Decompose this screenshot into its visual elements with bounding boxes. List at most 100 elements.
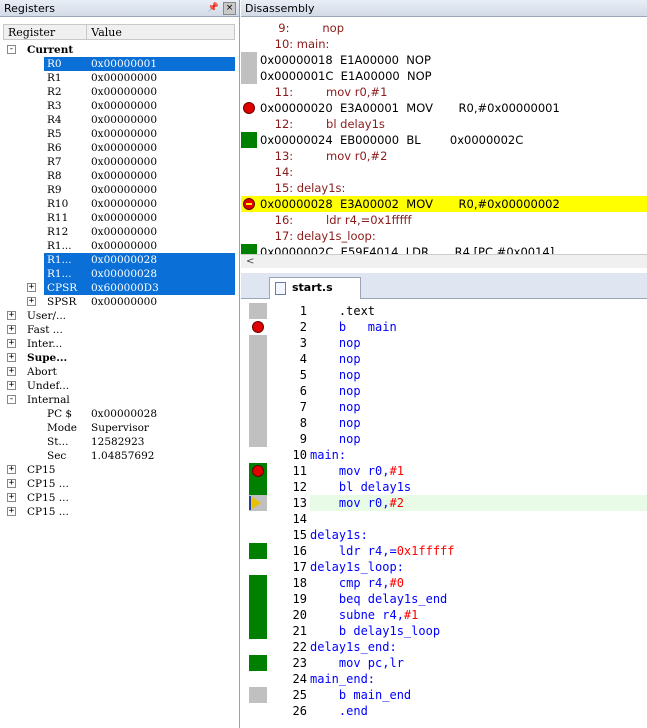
expand-icon[interactable]: + — [7, 353, 16, 362]
register-row[interactable]: PC $ 0x00000028 — [3, 407, 235, 421]
source-line[interactable]: 15 delay1s: — [241, 527, 647, 543]
disassembly-line[interactable]: 10: main: — [241, 36, 647, 52]
source-line[interactable]: 4 nop — [241, 351, 647, 367]
source-line[interactable]: 18 cmp r4,#0 — [241, 575, 647, 591]
register-row[interactable]: R0 0x00000001 — [3, 57, 235, 71]
expand-icon[interactable]: + — [7, 493, 16, 502]
disassembly-line[interactable]: 13: mov r0,#2 — [241, 148, 647, 164]
collapse-icon[interactable]: - — [7, 395, 16, 404]
register-row[interactable]: - Internal — [3, 393, 235, 407]
source-line[interactable]: 26 .end — [241, 703, 647, 719]
source-line[interactable]: 7 nop — [241, 399, 647, 415]
expand-icon[interactable]: + — [7, 381, 16, 390]
scroll-left-icon[interactable]: < — [246, 256, 254, 267]
source-line[interactable]: 25 b main_end — [241, 687, 647, 703]
source-line[interactable]: 19 beq delay1s_end — [241, 591, 647, 607]
breakpoint-icon[interactable] — [252, 465, 264, 477]
register-row[interactable]: + CP15 ... — [3, 477, 235, 491]
disassembly-hscrollbar[interactable]: < — [241, 254, 647, 268]
breakpoint-icon[interactable] — [243, 102, 255, 114]
collapse-icon[interactable]: - — [7, 45, 16, 54]
source-line[interactable]: 13 mov r0,#2 — [241, 495, 647, 511]
disassembly-line[interactable]: 0x00000028 E3A00002 MOV R0,#0x00000002 — [241, 196, 647, 212]
source-editor[interactable]: 1 .text 2 b main 3 nop 4 nop 5 nop 6 nop 7 nop… — [241, 300, 647, 728]
expand-icon[interactable]: + — [7, 479, 16, 488]
register-row[interactable]: R9 0x00000000 — [3, 183, 235, 197]
register-row[interactable]: R3 0x00000000 — [3, 99, 235, 113]
disassembly-line[interactable]: 9: nop — [241, 20, 647, 36]
expand-icon[interactable]: + — [7, 367, 16, 376]
source-line[interactable]: 2 b main — [241, 319, 647, 335]
source-line[interactable]: 6 nop — [241, 383, 647, 399]
expand-icon[interactable]: + — [7, 507, 16, 516]
disassembly-line[interactable]: 11: mov r0,#1 — [241, 84, 647, 100]
register-row[interactable]: + Undef... — [3, 379, 235, 393]
register-row[interactable]: + CP15 ... — [3, 491, 235, 505]
source-line[interactable]: 5 nop — [241, 367, 647, 383]
register-row[interactable]: R1... 0x00000028 — [3, 267, 235, 281]
register-row[interactable]: R8 0x00000000 — [3, 169, 235, 183]
source-line[interactable]: 24 main_end: — [241, 671, 647, 687]
register-row[interactable]: + CPSR 0x600000D3 — [3, 281, 235, 295]
register-row[interactable]: - Current — [3, 43, 235, 57]
register-row[interactable]: + Supe... — [3, 351, 235, 365]
expand-icon[interactable]: + — [7, 325, 16, 334]
source-line[interactable]: 20 subne r4,#1 — [241, 607, 647, 623]
register-row[interactable]: R12 0x00000000 — [3, 225, 235, 239]
source-line[interactable]: 1 .text — [241, 303, 647, 319]
register-row[interactable]: + CP15 ... — [3, 505, 235, 519]
disassembly-line[interactable]: 14: — [241, 164, 647, 180]
disassembly-view[interactable]: 9: nop 10: main: 0x00000018 E1A00000 NOP 0… — [241, 18, 647, 254]
register-row[interactable]: Sec 1.04857692 — [3, 449, 235, 463]
register-row[interactable]: R1... 0x00000000 — [3, 239, 235, 253]
disassembly-line[interactable]: 12: bl delay1s — [241, 116, 647, 132]
register-row[interactable]: + User/... — [3, 309, 235, 323]
breakpoint-icon[interactable] — [252, 321, 264, 333]
register-row[interactable]: R1 0x00000000 — [3, 71, 235, 85]
source-line[interactable]: 22 delay1s_end: — [241, 639, 647, 655]
column-register[interactable]: Register — [4, 25, 88, 39]
source-line[interactable]: 8 nop — [241, 415, 647, 431]
source-line[interactable]: 12 bl delay1s — [241, 479, 647, 495]
column-value[interactable]: Value — [87, 25, 234, 39]
source-line[interactable]: 9 nop — [241, 431, 647, 447]
source-line[interactable]: 10 main: — [241, 447, 647, 463]
disassembly-line[interactable]: 0x0000001C E1A00000 NOP — [241, 68, 647, 84]
source-line[interactable]: 14 — [241, 511, 647, 527]
register-row[interactable]: + Fast ... — [3, 323, 235, 337]
register-row[interactable]: R1... 0x00000028 — [3, 253, 235, 267]
register-row[interactable]: R5 0x00000000 — [3, 127, 235, 141]
expand-icon[interactable]: + — [7, 339, 16, 348]
register-row[interactable]: + Inter... — [3, 337, 235, 351]
disassembly-line[interactable]: 0x00000020 E3A00001 MOV R0,#0x00000001 — [241, 100, 647, 116]
register-row[interactable]: + Abort — [3, 365, 235, 379]
disassembly-line[interactable]: 0x00000024 EB000000 BL 0x0000002C — [241, 132, 647, 148]
register-row[interactable]: R2 0x00000000 — [3, 85, 235, 99]
disassembly-line[interactable]: 17: delay1s_loop: — [241, 228, 647, 244]
register-row[interactable]: Mode Supervisor — [3, 421, 235, 435]
disassembly-line[interactable]: 0x0000002C E59F4014 LDR R4,[PC,#0x0014] — [241, 244, 647, 254]
register-row[interactable]: + CP15 — [3, 463, 235, 477]
register-row[interactable]: R11 0x00000000 — [3, 211, 235, 225]
source-line[interactable]: 16 ldr r4,=0x1fffff — [241, 543, 647, 559]
source-line[interactable]: 11 mov r0,#1 — [241, 463, 647, 479]
register-row[interactable]: R7 0x00000000 — [3, 155, 235, 169]
disassembly-line[interactable]: 15: delay1s: — [241, 180, 647, 196]
register-row[interactable]: St... 12582923 — [3, 435, 235, 449]
register-row[interactable]: R10 0x00000000 — [3, 197, 235, 211]
expand-icon[interactable]: + — [7, 465, 16, 474]
register-row[interactable]: R6 0x00000000 — [3, 141, 235, 155]
expand-icon[interactable]: + — [27, 297, 36, 306]
source-line[interactable]: 3 nop — [241, 335, 647, 351]
close-icon[interactable]: × — [223, 1, 236, 15]
disassembly-line[interactable]: 0x00000018 E1A00000 NOP — [241, 52, 647, 68]
tab-start-s[interactable]: start.s — [269, 277, 361, 299]
expand-icon[interactable]: + — [7, 311, 16, 320]
register-row[interactable]: R4 0x00000000 — [3, 113, 235, 127]
source-line[interactable]: 23 mov pc,lr — [241, 655, 647, 671]
register-row[interactable]: + SPSR 0x00000000 — [3, 295, 235, 309]
source-line[interactable]: 21 b delay1s_loop — [241, 623, 647, 639]
source-line[interactable]: 17 delay1s_loop: — [241, 559, 647, 575]
expand-icon[interactable]: + — [27, 283, 36, 292]
pin-icon[interactable]: 📌 — [207, 2, 220, 15]
